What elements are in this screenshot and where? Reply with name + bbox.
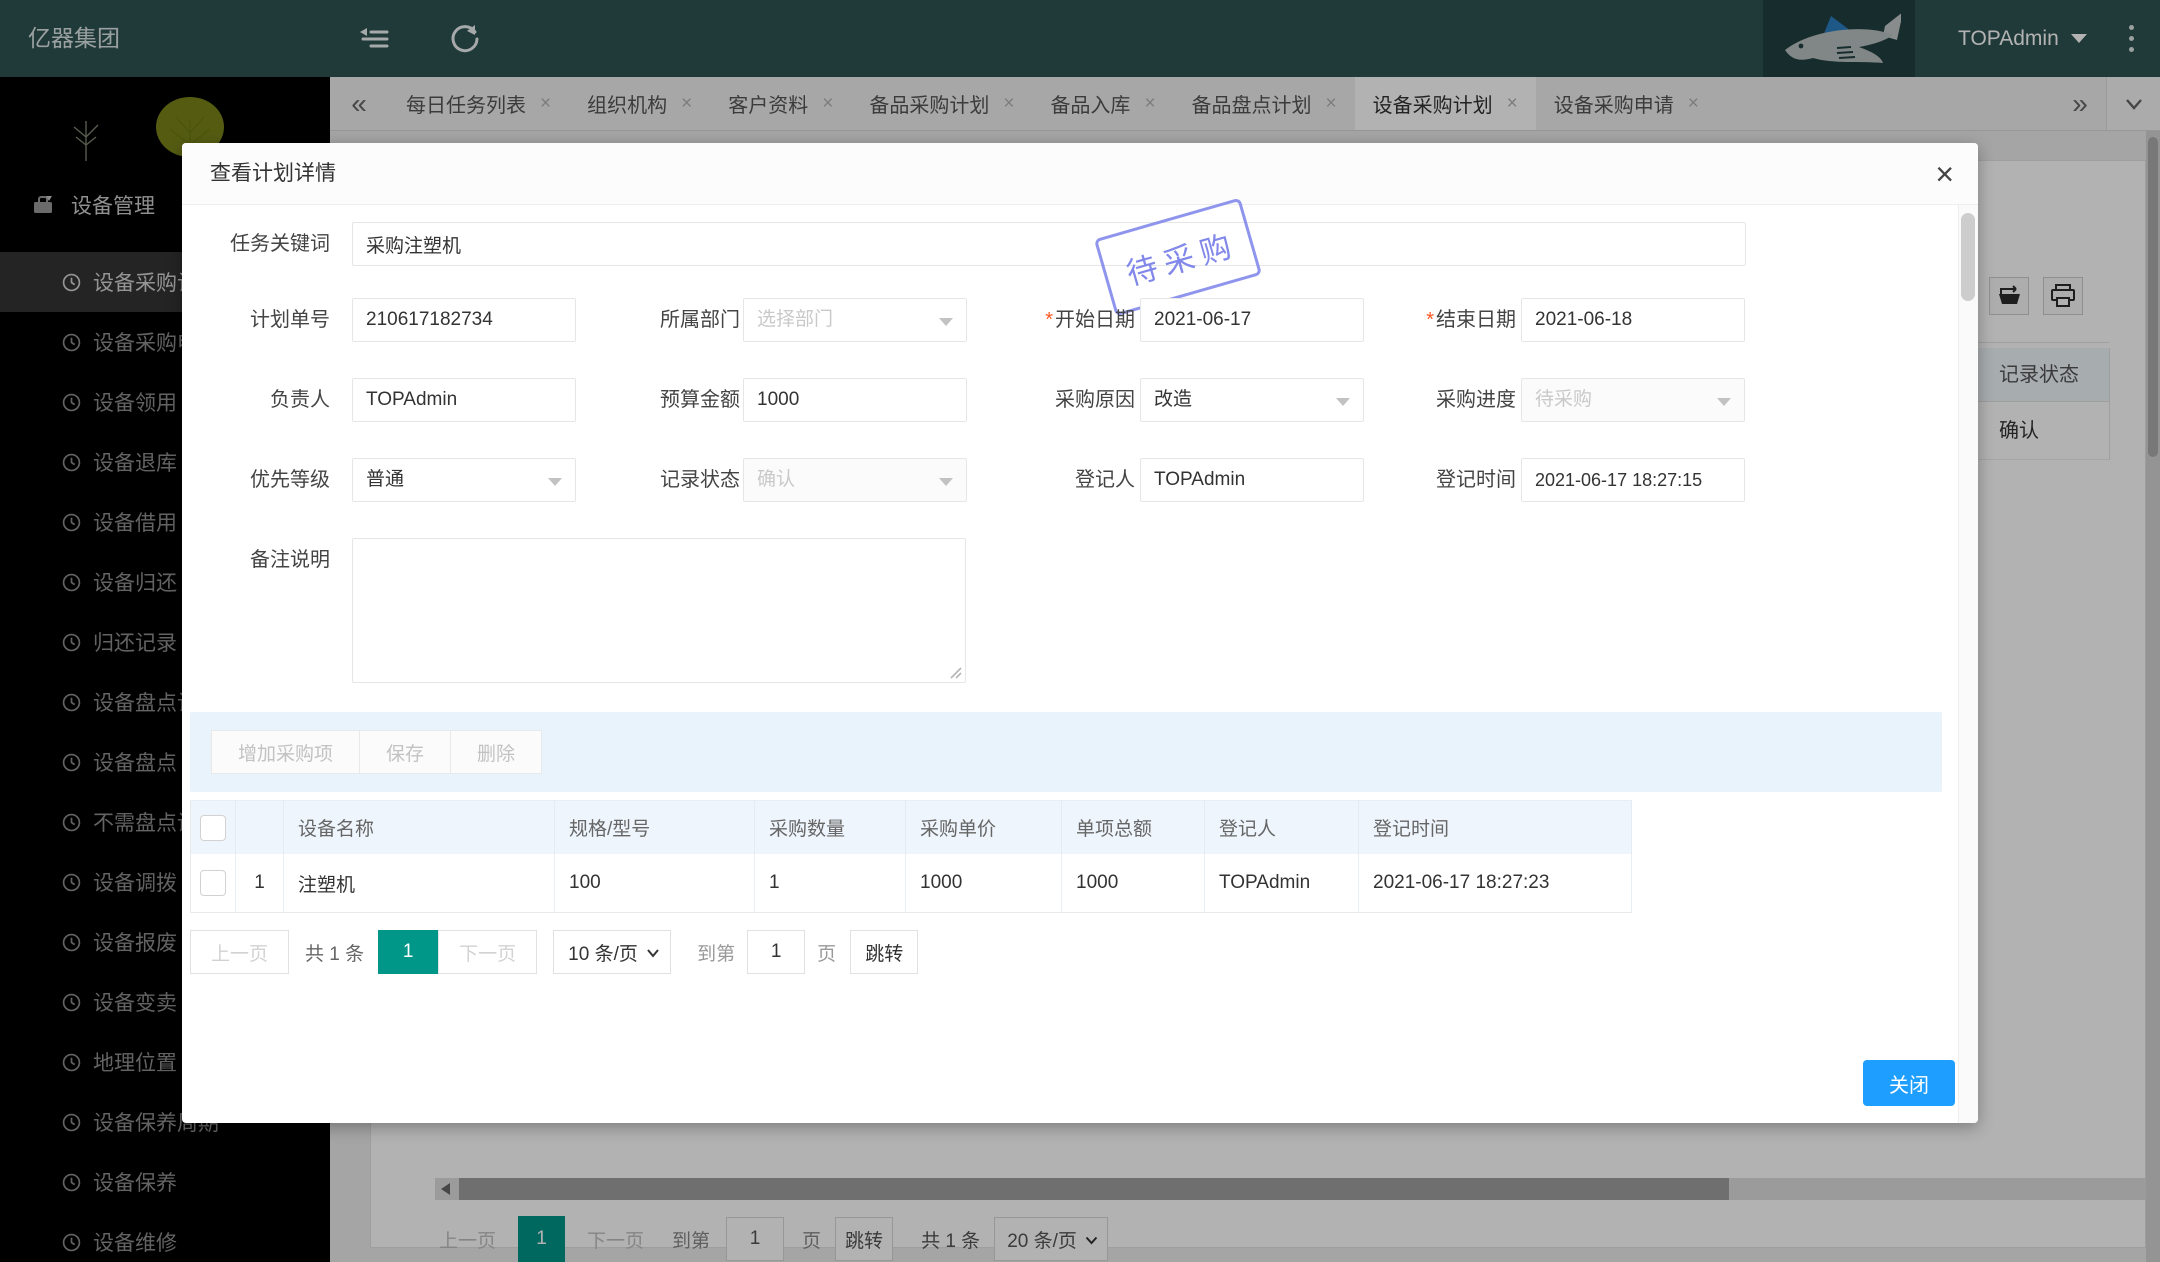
row-total: 1000 xyxy=(1062,854,1205,912)
header-spec: 规格/型号 xyxy=(555,800,755,854)
table-header-row: 设备名称 规格/型号 采购数量 采购单价 单项总额 登记人 登记时间 xyxy=(191,800,1632,854)
keyword-label: 任务关键词 xyxy=(230,233,330,255)
header-unit-price: 采购单价 xyxy=(906,800,1062,854)
current-page[interactable]: 1 xyxy=(378,930,439,974)
plan-no-label: 计划单号 xyxy=(250,309,330,331)
modal-scrollbar[interactable] xyxy=(1958,205,1978,1123)
end-date-label: * 结束日期 xyxy=(1426,309,1516,331)
goto-unit: 页 xyxy=(817,943,837,965)
row-registrant: TOPAdmin xyxy=(1205,854,1359,912)
budget-input[interactable] xyxy=(743,378,967,422)
table-row[interactable]: 1 注塑机 100 1 1000 1000 TOPAdmin 2021-06-1… xyxy=(191,854,1632,913)
goto-label: 到第 xyxy=(697,943,736,965)
row-unit-price: 1000 xyxy=(906,854,1062,912)
next-page-button[interactable]: 下一页 xyxy=(438,930,538,974)
purchase-items-table: 设备名称 规格/型号 采购数量 采购单价 单项总额 登记人 登记时间 1 注塑机… xyxy=(190,800,1632,913)
chevron-down-icon xyxy=(647,949,659,958)
row-checkbox[interactable] xyxy=(200,870,226,896)
header-seq-cell xyxy=(236,800,284,854)
per-page-select[interactable]: 10 条/页 xyxy=(553,930,672,974)
modal-header: 查看计划详情 × xyxy=(182,143,1978,205)
save-button[interactable]: 保存 xyxy=(359,730,452,774)
owner-input[interactable] xyxy=(352,378,576,422)
row-device-name: 注塑机 xyxy=(284,854,555,912)
progress-select: 待采购 xyxy=(1521,378,1745,422)
start-date-label: * 开始日期 xyxy=(1045,309,1135,331)
dept-select[interactable]: 选择部门 xyxy=(743,298,967,342)
header-checkbox-cell xyxy=(191,800,236,854)
progress-label: 采购进度 xyxy=(1436,389,1516,411)
plan-no-input[interactable] xyxy=(352,298,576,342)
modal-scrollbar-thumb[interactable] xyxy=(1961,213,1975,301)
prev-page-button[interactable]: 上一页 xyxy=(190,930,290,974)
delete-button[interactable]: 删除 xyxy=(450,730,543,774)
jump-button[interactable]: 跳转 xyxy=(850,930,919,974)
remark-label: 备注说明 xyxy=(250,549,330,571)
priority-label: 优先等级 xyxy=(250,469,330,491)
registrant-input[interactable] xyxy=(1140,458,1364,502)
start-date-input[interactable] xyxy=(1140,298,1364,342)
row-reg-time: 2021-06-17 18:27:23 xyxy=(1359,854,1632,912)
total-count: 共 1 条 xyxy=(305,943,365,965)
close-icon[interactable]: × xyxy=(1935,157,1954,191)
remark-textarea[interactable] xyxy=(352,538,966,683)
reg-time-input[interactable] xyxy=(1521,458,1745,502)
close-modal-button[interactable]: 关闭 xyxy=(1863,1060,1955,1106)
modal-pagination: 上一页 共 1 条 1 下一页 10 条/页 到第 页 跳转 xyxy=(190,930,919,974)
add-item-button[interactable]: 增加采购项 xyxy=(211,730,361,774)
record-status-select: 确认 xyxy=(743,458,967,502)
purchase-items-panel: 增加采购项 保存 删除 xyxy=(190,712,1942,792)
row-qty: 1 xyxy=(755,854,906,912)
reason-label: 采购原因 xyxy=(1055,389,1135,411)
row-spec: 100 xyxy=(555,854,755,912)
record-status-label: 记录状态 xyxy=(660,469,740,491)
header-device-name: 设备名称 xyxy=(284,800,555,854)
row-checkbox-cell xyxy=(191,854,236,912)
reg-time-label: 登记时间 xyxy=(1436,469,1516,491)
end-date-input[interactable] xyxy=(1521,298,1745,342)
plan-detail-modal: 查看计划详情 × 任务关键词 待采购 计划单号 所属部门 选择部门 *开始日期 … xyxy=(182,143,1978,1123)
goto-page-input[interactable] xyxy=(747,930,806,974)
budget-label: 预算金额 xyxy=(660,389,740,411)
reason-select[interactable]: 改造 xyxy=(1140,378,1364,422)
header-qty: 采购数量 xyxy=(755,800,906,854)
owner-label: 负责人 xyxy=(270,389,330,411)
header-reg-time: 登记时间 xyxy=(1359,800,1632,854)
header-registrant: 登记人 xyxy=(1205,800,1359,854)
header-total: 单项总额 xyxy=(1062,800,1205,854)
modal-title: 查看计划详情 xyxy=(210,162,336,185)
priority-select[interactable]: 普通 xyxy=(352,458,576,502)
registrant-label: 登记人 xyxy=(1075,469,1135,491)
dept-label: 所属部门 xyxy=(660,309,740,331)
row-seq: 1 xyxy=(236,854,284,912)
select-all-checkbox[interactable] xyxy=(200,814,226,841)
keyword-input[interactable] xyxy=(352,222,1746,266)
